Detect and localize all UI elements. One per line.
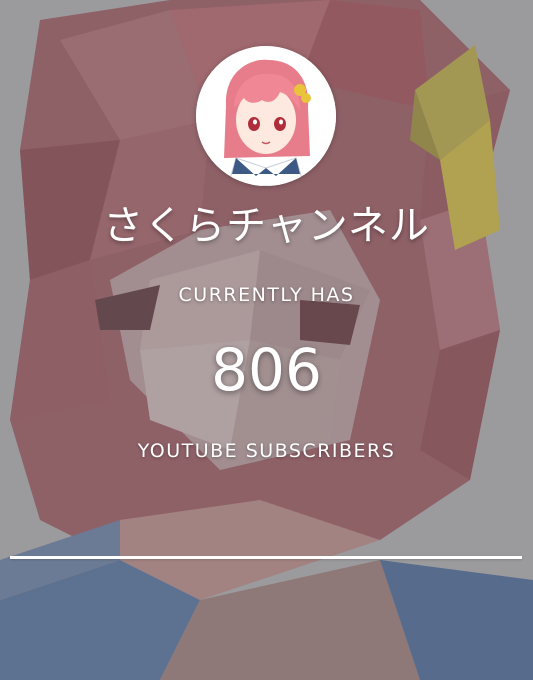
subscriber-card: さくらチャンネル CURRENTLY HAS 806 YOUTUBE SUBSC… [0, 0, 533, 680]
channel-name: さくらチャンネル [103, 203, 430, 249]
subscriber-count: 806 [211, 336, 322, 404]
channel-avatar[interactable] [196, 46, 336, 186]
divider-line [10, 556, 522, 559]
youtube-subscribers-label: YOUTUBE SUBSCRIBERS [137, 440, 396, 462]
currently-has-label: CURRENTLY HAS [178, 284, 355, 306]
anime-girl-avatar-icon [196, 46, 336, 186]
